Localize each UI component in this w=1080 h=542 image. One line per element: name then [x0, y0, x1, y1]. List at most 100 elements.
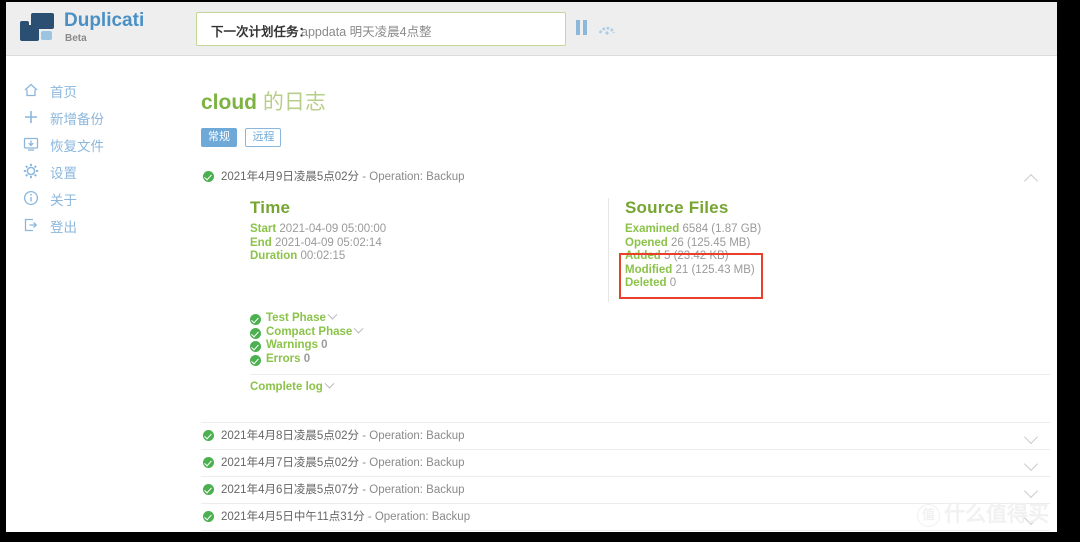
log-entry-collapsed[interactable]: 2021年4月7日凌晨5点02分 - Operation: Backup	[201, 449, 1050, 476]
log-entry-header[interactable]: 2021年4月8日凌晨5点02分 - Operation: Backup	[201, 423, 1050, 449]
log-entry-timestamp: 2021年4月8日凌晨5点02分	[221, 430, 360, 442]
sidebar-item-label: 首页	[50, 85, 77, 100]
success-check-icon	[250, 314, 261, 325]
watermark: 值什么值得买	[917, 498, 1049, 528]
phase-row[interactable]: Compact Phase	[250, 323, 650, 340]
time-stat-row: End 2021-04-09 05:02:14	[250, 237, 580, 251]
phase-label: Errors	[266, 352, 301, 365]
header-actions	[576, 20, 626, 40]
phase-label: Test Phase	[266, 312, 326, 324]
log-entry-timestamp: 2021年4月5日中午11点31分	[221, 511, 365, 523]
page-title: cloud 的日志	[201, 86, 326, 116]
log-entry-operation: - Operation: Backup	[367, 511, 471, 523]
sidebar-item-logout[interactable]: 登出	[20, 213, 180, 239]
complete-log-toggle[interactable]: Complete log	[250, 378, 335, 393]
stat-value: 5 (23.42 KB)	[663, 250, 729, 262]
chevron-up-icon[interactable]	[1023, 173, 1039, 189]
chevron-down-icon[interactable]	[353, 323, 364, 334]
source-stat-row: Modified 21 (125.43 MB)	[625, 264, 955, 278]
next-task-label: 下一次计划任务：	[211, 25, 312, 39]
column-divider	[608, 198, 609, 302]
sidebar-item-label: 登出	[50, 220, 77, 235]
stat-value: 0	[669, 277, 677, 289]
success-check-icon	[203, 430, 214, 441]
phase-label: Compact Phase	[266, 325, 353, 338]
source-stat-row: Examined 6584 (1.87 GB)	[625, 223, 955, 237]
tab-remote[interactable]: 远程	[245, 128, 282, 147]
stat-label: Start	[250, 223, 277, 235]
success-check-icon	[250, 327, 261, 339]
log-entry-header[interactable]: 2021年4月7日凌晨5点02分 - Operation: Backup	[201, 450, 1050, 476]
time-stat-row: Start 2021-04-09 05:00:00	[250, 223, 580, 237]
restore-download-icon	[22, 135, 40, 153]
phase-value: 0	[303, 352, 311, 365]
phase-value: 0	[321, 339, 328, 351]
brand-version-label: Beta	[65, 33, 87, 44]
chevron-down-icon[interactable]	[1023, 429, 1039, 445]
log-entry-operation: - Operation: Backup	[362, 457, 465, 469]
success-check-icon	[203, 171, 214, 182]
stat-value: 6584 (1.87 GB)	[682, 223, 762, 235]
main-content: cloud 的日志 常规 远程 2021年4月9日凌晨5点02分 - Opera…	[194, 56, 1057, 532]
sidebar-item-label: 恢复文件	[50, 139, 104, 154]
chevron-down-icon[interactable]	[1023, 483, 1039, 499]
info-icon	[22, 189, 40, 207]
sidebar-item-label: 新增备份	[50, 112, 104, 127]
sidebar-item-about[interactable]: 关于	[20, 186, 180, 212]
stat-label: End	[250, 236, 272, 249]
chevron-down-icon[interactable]	[327, 309, 338, 320]
time-stat-row: Duration 00:02:15	[250, 250, 580, 264]
stat-value: 2021-04-09 05:00:00	[279, 223, 387, 235]
log-entry-operation: - Operation: Backup	[362, 430, 465, 442]
complete-log-label: Complete log	[250, 381, 323, 393]
log-entry-timestamp: 2021年4月6日凌晨5点07分	[221, 484, 360, 496]
tab-general[interactable]: 常规	[201, 128, 237, 147]
success-check-icon	[250, 341, 261, 352]
sidebar-item-home[interactable]: 首页	[20, 78, 180, 104]
log-entry-list: 2021年4月9日凌晨5点02分 - Operation: Backup Tim…	[201, 164, 1050, 532]
log-entry-operation: - Operation: Backup	[362, 171, 465, 183]
log-entry-header[interactable]: 2021年4月5日凌晨12点31分 - Operation: Backup	[201, 531, 1050, 532]
log-entry-collapsed[interactable]: 2021年4月8日凌晨5点02分 - Operation: Backup	[201, 422, 1050, 449]
sidebar-item-label: 设置	[50, 166, 77, 181]
plus-icon	[22, 108, 40, 126]
log-tabs: 常规 远程	[201, 128, 285, 147]
pause-icon[interactable]	[576, 20, 588, 35]
duplicati-logo-icon	[20, 12, 56, 44]
success-check-icon	[203, 511, 214, 522]
sidebar-item-settings[interactable]: 设置	[20, 159, 180, 185]
log-entry-operation: - Operation: Backup	[362, 484, 465, 496]
sidebar-item-restore-files[interactable]: 恢复文件	[20, 132, 180, 158]
phase-row: Errors 0	[250, 353, 650, 367]
phase-row[interactable]: Test Phase	[250, 309, 650, 326]
stat-value: 2021-04-09 05:02:14	[274, 236, 382, 249]
gauge-icon[interactable]	[598, 21, 616, 35]
log-entry-timestamp: 2021年4月9日凌晨5点02分	[221, 171, 360, 183]
watermark-text: 什么值得买	[944, 503, 1049, 526]
home-icon	[22, 81, 40, 99]
success-check-icon	[250, 354, 261, 366]
page-title-backup-name: cloud	[201, 91, 257, 114]
stat-label: Duration	[250, 250, 298, 262]
phase-row: Warnings 0	[250, 339, 650, 353]
stat-label: Deleted	[625, 277, 667, 289]
brand[interactable]: Duplicati Beta	[16, 8, 196, 50]
chevron-down-icon[interactable]	[1023, 456, 1039, 472]
sidebar: 首页 新增备份 恢复文件 设置 关于 登出	[6, 56, 194, 532]
logout-icon	[22, 216, 40, 234]
gear-icon	[22, 162, 40, 180]
phase-list: Test Phase Compact Phase Warnings 0 Erro…	[250, 309, 650, 367]
app-window: Duplicati Beta 下一次计划任务： appdata 明天凌晨4点整	[6, 2, 1057, 532]
sidebar-item-add-backup[interactable]: 新增备份	[20, 105, 180, 131]
log-entry-header[interactable]: 2021年4月9日凌晨5点02分 - Operation: Backup	[201, 164, 1050, 190]
chevron-down-icon[interactable]	[324, 378, 335, 389]
next-task-value: appdata 明天凌晨4点整	[301, 25, 432, 39]
log-entry-collapsed[interactable]: 2021年4月5日凌晨12点31分 - Operation: Backup	[201, 530, 1050, 532]
source-stat-row: Opened 26 (125.45 MB)	[625, 237, 955, 251]
stat-label: Opened	[625, 236, 668, 249]
source-stat-row: Added 5 (23.42 KB)	[625, 250, 955, 264]
source-files-heading: Source Files	[625, 198, 729, 217]
top-bar: Duplicati Beta 下一次计划任务： appdata 明天凌晨4点整	[6, 2, 1057, 56]
sidebar-item-label: 关于	[50, 193, 77, 208]
phase-label: Warnings	[266, 339, 318, 351]
